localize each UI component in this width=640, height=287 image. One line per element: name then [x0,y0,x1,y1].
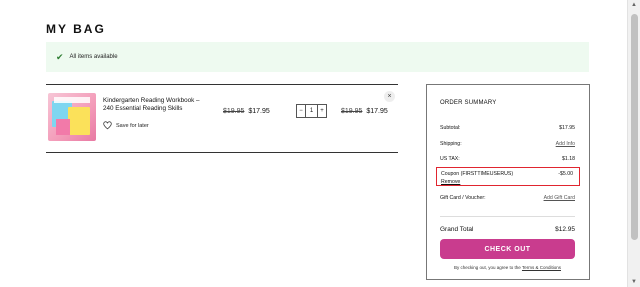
grand-total-row: Grand Total $12.95 [440,226,575,233]
cart-item: Kindergarten Reading Workbook – 240 Esse… [46,84,398,153]
quantity-stepper: − 1 + [296,104,327,118]
increment-button[interactable]: + [317,104,327,118]
subtotal-label: Subtotal: [440,125,461,131]
order-summary-panel: ORDER SUMMARY Subtotal: $17.95 Shipping:… [426,84,590,280]
subtotal-value: $17.95 [559,125,575,131]
tax-row: US TAX: $1.18 [440,156,575,162]
line-total-sale: $17.95 [366,108,388,115]
add-gift-card-link[interactable]: Add Gift Card [544,195,575,201]
availability-banner: ✔ All items available [46,42,589,72]
scrollbar[interactable]: ▲ ▼ [627,0,640,287]
summary-divider [440,216,575,217]
remove-item-button[interactable]: × [384,91,395,102]
product-thumbnail[interactable] [48,93,96,141]
grand-total-value: $12.95 [555,226,575,233]
save-for-later-label: Save for later [116,122,149,129]
coupon-value: -$5.00 [558,171,573,177]
decrement-button[interactable]: − [296,104,306,118]
gift-card-label: Gift Card / Voucher: [440,195,486,201]
terms-notice: By checking out, you agree to the Terms … [440,265,575,270]
line-total-original: $19.95 [341,108,363,115]
terms-prefix: By checking out, you agree to the [454,265,521,270]
gift-card-row: Gift Card / Voucher: Add Gift Card [440,195,575,201]
heart-icon [103,121,112,130]
line-total: $19.95 $17.95 [341,108,388,115]
add-shipping-info-link[interactable]: Add Info [556,141,575,147]
save-for-later-button[interactable]: Save for later [103,121,149,130]
unit-price: $19.95 $17.95 [223,108,270,115]
order-summary-heading: ORDER SUMMARY [440,100,497,106]
coupon-label: Coupon (FIRSTTIMEUSERUS) [441,171,514,177]
coupon-row: Coupon (FIRSTTIMEUSERUS) -$5.00 Remove [436,167,580,186]
page-title: MY BAG [46,22,106,36]
remove-coupon-link[interactable]: Remove [441,179,460,185]
tax-value: $1.18 [562,156,575,162]
scrollbar-thumb[interactable] [631,14,638,240]
scroll-down-icon[interactable]: ▼ [631,279,637,285]
terms-link[interactable]: Terms & Conditions [522,265,561,270]
check-icon: ✔ [56,51,64,62]
shipping-label: Shipping: [440,141,462,147]
subtotal-row: Subtotal: $17.95 [440,125,575,131]
product-title-link[interactable]: Kindergarten Reading Workbook – 240 Esse… [103,97,203,113]
shipping-row: Shipping: Add Info [440,141,575,147]
checkout-button[interactable]: CHECK OUT [440,239,575,259]
grand-total-label: Grand Total [440,226,474,233]
availability-text: All items available [69,54,118,60]
scroll-up-icon[interactable]: ▲ [631,2,637,8]
unit-price-sale: $17.95 [248,108,270,115]
unit-price-original: $19.95 [223,108,245,115]
quantity-value[interactable]: 1 [306,104,317,118]
tax-label: US TAX: [440,156,460,162]
